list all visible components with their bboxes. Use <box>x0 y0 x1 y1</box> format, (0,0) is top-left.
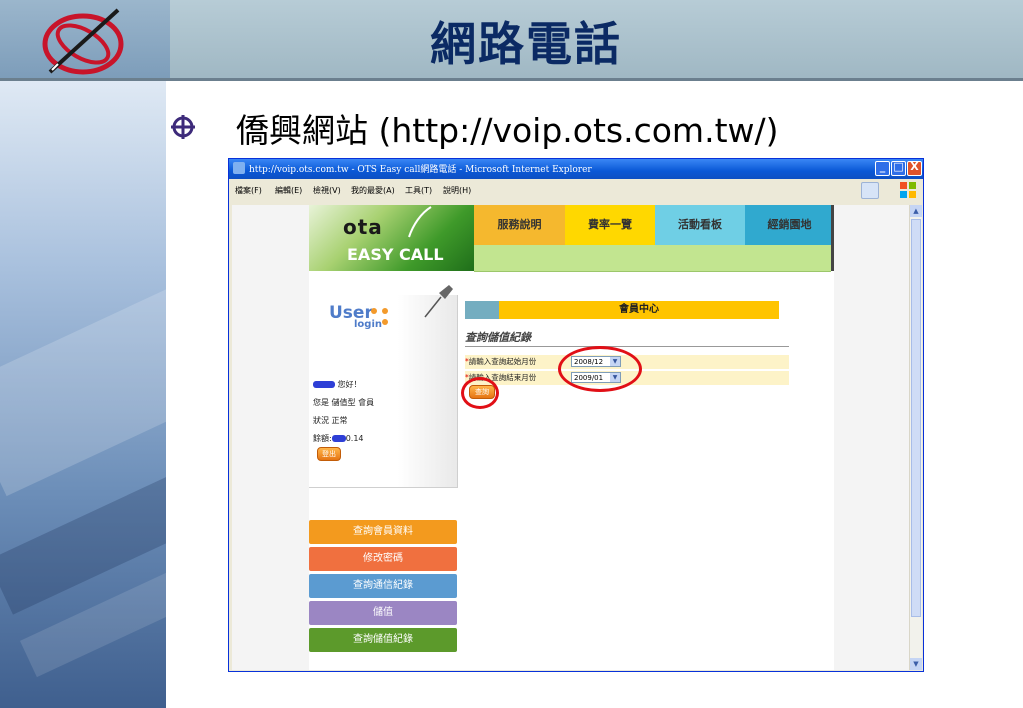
menu-view[interactable]: 檢視(V) <box>313 185 341 196</box>
site-nav: 服務說明 費率一覽 活動看板 經銷園地 <box>474 205 834 245</box>
page-edge <box>831 205 834 271</box>
close-button[interactable]: X <box>907 160 922 176</box>
redacted-name <box>313 381 335 388</box>
scroll-thumb[interactable] <box>911 219 921 617</box>
highlight-month-selects <box>558 346 642 392</box>
ots-logo: ota <box>343 215 383 239</box>
windows-logo-icon <box>900 182 916 198</box>
bullet-text: 僑興網站 (http://voip.ots.com.tw/) <box>236 111 779 150</box>
window-title: http://voip.ots.com.tw - OTS Easy call網路… <box>249 165 592 175</box>
member-type: 您是 儲值型 會員 <box>313 398 375 407</box>
web-page: ota EASY CALL 服務說明 費率一覽 活動看板 經銷園地 User l… <box>309 205 834 670</box>
greeting-line: 您好！ <box>313 379 362 390</box>
vertical-scrollbar[interactable]: ▲ ▼ <box>909 205 922 670</box>
pen-globe-logo-icon <box>42 8 124 75</box>
side-topup[interactable]: 儲值 <box>309 601 457 625</box>
bullet-icon <box>171 115 195 139</box>
logout-button[interactable]: 登出 <box>317 447 341 461</box>
browser-window: http://voip.ots.com.tw - OTS Easy call網路… <box>228 158 924 672</box>
member-center-header: 會員中心 <box>465 301 779 319</box>
site-banner: ota EASY CALL <box>309 205 474 271</box>
balance-line: 餘額: 0.14 <box>313 434 364 443</box>
nav-events[interactable]: 活動看板 <box>655 205 745 245</box>
side-change-password[interactable]: 修改密碼 <box>309 547 457 571</box>
section-title: 查詢儲值紀錄 <box>465 331 531 344</box>
highlight-query-button <box>461 377 499 409</box>
menu-edit[interactable]: 編輯(E) <box>275 185 302 196</box>
nav-subbar <box>474 245 831 272</box>
menu-bar: 檔案(F) 編輯(E) 檢視(V) 我的最愛(A) 工具(T) 說明(H) <box>229 179 923 201</box>
nav-service[interactable]: 服務說明 <box>474 205 565 245</box>
side-topup-records[interactable]: 查詢儲值紀錄 <box>309 628 457 652</box>
menu-help[interactable]: 說明(H) <box>443 185 471 196</box>
section-divider <box>465 346 789 347</box>
site-tagline: EASY CALL <box>347 245 444 264</box>
left-decorative-strip <box>0 81 166 708</box>
member-status: 狀況 正常 <box>313 416 348 425</box>
scroll-down-icon[interactable]: ▼ <box>910 658 922 670</box>
side-query-member[interactable]: 查詢會員資料 <box>309 520 457 544</box>
slide-title: 網路電話 <box>430 17 622 71</box>
maximize-button[interactable]: □ <box>891 160 906 176</box>
logo-panel <box>0 0 170 78</box>
browser-viewport: ota EASY CALL 服務說明 費率一覽 活動看板 經銷園地 User l… <box>232 205 909 670</box>
scroll-up-icon[interactable]: ▲ <box>910 205 922 217</box>
menu-tools[interactable]: 工具(T) <box>405 185 432 196</box>
ie-icon <box>233 162 245 174</box>
pen-icon <box>408 206 432 238</box>
side-call-records[interactable]: 查詢通信紀錄 <box>309 574 457 598</box>
user-panel: User login 您好！ 您是 儲值型 會員 狀況 正常 餘額:0.14 <box>309 285 458 488</box>
redacted-balance <box>331 435 346 442</box>
menu-favorites[interactable]: 我的最愛(A) <box>351 185 395 196</box>
print-dropdown-icon[interactable] <box>861 182 879 199</box>
pushpin-icon <box>424 285 453 318</box>
minimize-button[interactable]: _ <box>875 160 890 176</box>
menu-file[interactable]: 檔案(F) <box>235 185 262 196</box>
dots-icon <box>371 308 391 328</box>
nav-rates[interactable]: 費率一覽 <box>565 205 655 245</box>
window-titlebar[interactable]: http://voip.ots.com.tw - OTS Easy call網路… <box>229 159 923 179</box>
nav-dealers[interactable]: 經銷園地 <box>745 205 834 245</box>
start-month-label: *請輸入查詢起始月份 <box>465 357 537 366</box>
